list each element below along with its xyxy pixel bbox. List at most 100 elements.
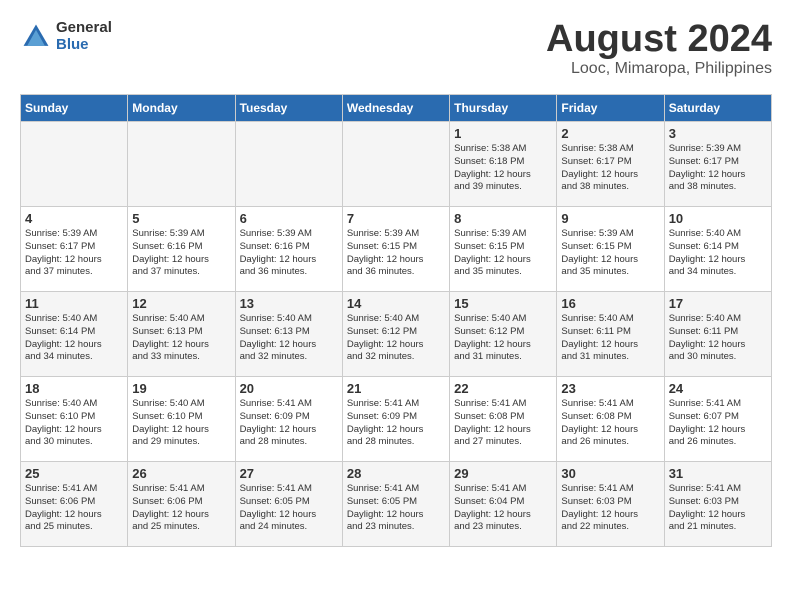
day-number: 24: [669, 381, 767, 396]
cell-info: Sunrise: 5:41 AM Sunset: 6:07 PM Dayligh…: [669, 398, 767, 449]
cell-info: Sunrise: 5:40 AM Sunset: 6:12 PM Dayligh…: [454, 313, 552, 364]
cell-info: Sunrise: 5:40 AM Sunset: 6:11 PM Dayligh…: [561, 313, 659, 364]
day-number: 7: [347, 211, 445, 226]
calendar-cell: 2 Sunrise: 5:38 AM Sunset: 6:17 PM Daylig…: [557, 122, 664, 207]
day-number: 1: [454, 126, 552, 141]
day-number: 6: [240, 211, 338, 226]
cell-info: Sunrise: 5:39 AM Sunset: 6:17 PM Dayligh…: [25, 228, 123, 279]
calendar-cell: 1Sunrise: 5:38 AM Sunset: 6:18 PM Daylig…: [450, 122, 557, 207]
day-number: 8: [454, 211, 552, 226]
cell-info: Sunrise: 5:41 AM Sunset: 6:09 PM Dayligh…: [347, 398, 445, 449]
cell-info: Sunrise: 5:41 AM Sunset: 6:03 PM Dayligh…: [669, 483, 767, 534]
cell-info: Sunrise: 5:41 AM Sunset: 6:05 PM Dayligh…: [347, 483, 445, 534]
day-number: 23: [561, 381, 659, 396]
cell-info: Sunrise: 5:39 AM Sunset: 6:16 PM Dayligh…: [132, 228, 230, 279]
day-number: 4: [25, 211, 123, 226]
calendar-cell: 28 Sunrise: 5:41 AM Sunset: 6:05 PM Dayli…: [342, 462, 449, 547]
calendar-cell: 22 Sunrise: 5:41 AM Sunset: 6:08 PM Dayli…: [450, 377, 557, 462]
week-row-5: 25 Sunrise: 5:41 AM Sunset: 6:06 PM Dayli…: [21, 462, 772, 547]
header-thursday: Thursday: [450, 95, 557, 122]
cell-info: Sunrise: 5:41 AM Sunset: 6:06 PM Dayligh…: [132, 483, 230, 534]
day-number: 22: [454, 381, 552, 396]
cell-info: Sunrise: 5:41 AM Sunset: 6:03 PM Dayligh…: [561, 483, 659, 534]
logo-blue: Blue: [56, 37, 112, 54]
day-number: 14: [347, 296, 445, 311]
calendar-cell: 16 Sunrise: 5:40 AM Sunset: 6:11 PM Dayli…: [557, 292, 664, 377]
day-number: 31: [669, 466, 767, 481]
cell-info: Sunrise: 5:41 AM Sunset: 6:05 PM Dayligh…: [240, 483, 338, 534]
cell-info: Sunrise: 5:40 AM Sunset: 6:14 PM Dayligh…: [25, 313, 123, 364]
calendar-cell: 12Sunrise: 5:40 AM Sunset: 6:13 PM Dayli…: [128, 292, 235, 377]
day-number: 19: [132, 381, 230, 396]
day-number: 16: [561, 296, 659, 311]
calendar-cell: 3Sunrise: 5:39 AM Sunset: 6:17 PM Daylig…: [664, 122, 771, 207]
cell-info: Sunrise: 5:39 AM Sunset: 6:17 PM Dayligh…: [669, 143, 767, 194]
calendar-cell: 24 Sunrise: 5:41 AM Sunset: 6:07 PM Dayli…: [664, 377, 771, 462]
day-number: 25: [25, 466, 123, 481]
week-row-4: 18 Sunrise: 5:40 AM Sunset: 6:10 PM Dayli…: [21, 377, 772, 462]
cell-info: Sunrise: 5:41 AM Sunset: 6:08 PM Dayligh…: [561, 398, 659, 449]
calendar-table: SundayMondayTuesdayWednesdayThursdayFrid…: [20, 94, 772, 547]
calendar-cell: 14 Sunrise: 5:40 AM Sunset: 6:12 PM Dayli…: [342, 292, 449, 377]
title-block: August 2024 Looc, Mimaropa, Philippines: [546, 20, 772, 78]
day-number: 10: [669, 211, 767, 226]
cell-info: Sunrise: 5:40 AM Sunset: 6:14 PM Dayligh…: [669, 228, 767, 279]
cell-info: Sunrise: 5:39 AM Sunset: 6:15 PM Dayligh…: [454, 228, 552, 279]
month-title: August 2024: [546, 20, 772, 58]
logo-icon: [20, 21, 52, 53]
calendar-cell: 5 Sunrise: 5:39 AM Sunset: 6:16 PM Daylig…: [128, 207, 235, 292]
calendar-cell: 11Sunrise: 5:40 AM Sunset: 6:14 PM Dayli…: [21, 292, 128, 377]
calendar-cell: 30 Sunrise: 5:41 AM Sunset: 6:03 PM Dayli…: [557, 462, 664, 547]
calendar-cell: 26 Sunrise: 5:41 AM Sunset: 6:06 PM Dayli…: [128, 462, 235, 547]
header-tuesday: Tuesday: [235, 95, 342, 122]
calendar-cell: 21 Sunrise: 5:41 AM Sunset: 6:09 PM Dayli…: [342, 377, 449, 462]
day-number: 21: [347, 381, 445, 396]
day-number: 5: [132, 211, 230, 226]
header-sunday: Sunday: [21, 95, 128, 122]
day-number: 2: [561, 126, 659, 141]
day-number: 18: [25, 381, 123, 396]
cell-info: Sunrise: 5:40 AM Sunset: 6:10 PM Dayligh…: [25, 398, 123, 449]
day-number: 13: [240, 296, 338, 311]
day-number: 12: [132, 296, 230, 311]
cell-info: Sunrise: 5:39 AM Sunset: 6:16 PM Dayligh…: [240, 228, 338, 279]
header-wednesday: Wednesday: [342, 95, 449, 122]
calendar-cell: 10 Sunrise: 5:40 AM Sunset: 6:14 PM Dayli…: [664, 207, 771, 292]
calendar-cell: 7 Sunrise: 5:39 AM Sunset: 6:15 PM Daylig…: [342, 207, 449, 292]
day-number: 29: [454, 466, 552, 481]
cell-info: Sunrise: 5:41 AM Sunset: 6:04 PM Dayligh…: [454, 483, 552, 534]
day-number: 20: [240, 381, 338, 396]
day-number: 15: [454, 296, 552, 311]
logo-text: General Blue: [56, 20, 112, 53]
header-row: SundayMondayTuesdayWednesdayThursdayFrid…: [21, 95, 772, 122]
cell-info: Sunrise: 5:40 AM Sunset: 6:13 PM Dayligh…: [240, 313, 338, 364]
day-number: 9: [561, 211, 659, 226]
page-header: General Blue August 2024 Looc, Mimaropa,…: [20, 20, 772, 78]
calendar-cell: 9Sunrise: 5:39 AM Sunset: 6:15 PM Daylig…: [557, 207, 664, 292]
day-number: 28: [347, 466, 445, 481]
calendar-cell: 17Sunrise: 5:40 AM Sunset: 6:11 PM Dayli…: [664, 292, 771, 377]
cell-info: Sunrise: 5:41 AM Sunset: 6:09 PM Dayligh…: [240, 398, 338, 449]
calendar-cell: 23 Sunrise: 5:41 AM Sunset: 6:08 PM Dayli…: [557, 377, 664, 462]
cell-info: Sunrise: 5:40 AM Sunset: 6:12 PM Dayligh…: [347, 313, 445, 364]
calendar-cell: [21, 122, 128, 207]
week-row-1: 1Sunrise: 5:38 AM Sunset: 6:18 PM Daylig…: [21, 122, 772, 207]
day-number: 17: [669, 296, 767, 311]
header-monday: Monday: [128, 95, 235, 122]
logo-general: General: [56, 20, 112, 37]
day-number: 30: [561, 466, 659, 481]
header-friday: Friday: [557, 95, 664, 122]
calendar-cell: 20 Sunrise: 5:41 AM Sunset: 6:09 PM Dayli…: [235, 377, 342, 462]
cell-info: Sunrise: 5:38 AM Sunset: 6:17 PM Dayligh…: [561, 143, 659, 194]
calendar-cell: 4 Sunrise: 5:39 AM Sunset: 6:17 PM Daylig…: [21, 207, 128, 292]
logo: General Blue: [20, 20, 112, 53]
calendar-cell: 6 Sunrise: 5:39 AM Sunset: 6:16 PM Daylig…: [235, 207, 342, 292]
calendar-cell: 13 Sunrise: 5:40 AM Sunset: 6:13 PM Dayli…: [235, 292, 342, 377]
calendar-cell: 18 Sunrise: 5:40 AM Sunset: 6:10 PM Dayli…: [21, 377, 128, 462]
location: Looc, Mimaropa, Philippines: [546, 60, 772, 78]
day-number: 26: [132, 466, 230, 481]
header-saturday: Saturday: [664, 95, 771, 122]
cell-info: Sunrise: 5:41 AM Sunset: 6:08 PM Dayligh…: [454, 398, 552, 449]
cell-info: Sunrise: 5:39 AM Sunset: 6:15 PM Dayligh…: [347, 228, 445, 279]
calendar-cell: 27Sunrise: 5:41 AM Sunset: 6:05 PM Dayli…: [235, 462, 342, 547]
